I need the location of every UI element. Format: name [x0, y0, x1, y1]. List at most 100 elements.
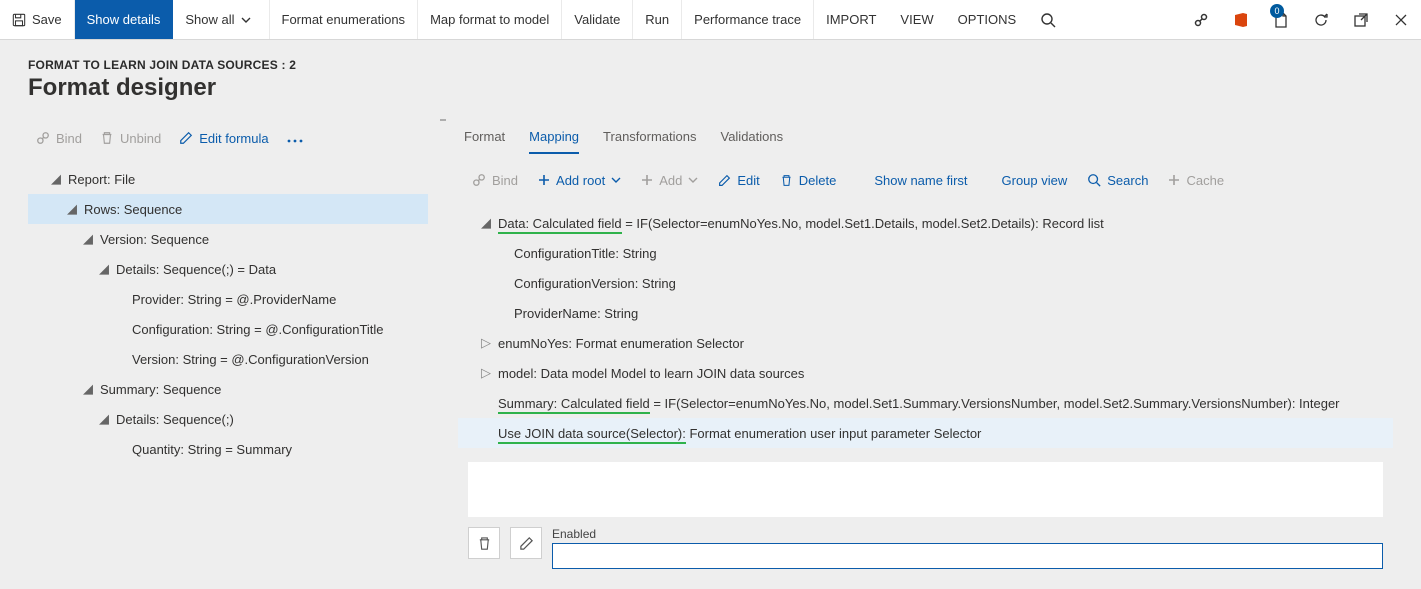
bind-button[interactable]: Bind [464, 167, 526, 194]
tree-node-version[interactable]: ◢Version: Sequence [28, 224, 428, 254]
bind-label: Bind [492, 173, 518, 188]
close-button[interactable] [1381, 0, 1421, 39]
format-enumerations-label: Format enumerations [282, 12, 406, 27]
tree-node-enum[interactable]: ▷enumNoYes: Format enumeration Selector [458, 328, 1393, 358]
group-view-button[interactable]: Group view [994, 167, 1076, 194]
save-icon [12, 13, 26, 27]
chevron-down-icon [611, 175, 621, 185]
edit-formula-button[interactable]: Edit formula [171, 125, 276, 152]
edit-formula-label: Edit formula [199, 131, 268, 146]
view-menu[interactable]: VIEW [888, 0, 945, 39]
run-label: Run [645, 12, 669, 27]
show-name-label: Show name first [874, 173, 967, 188]
tree-node-config-title[interactable]: ConfigurationTitle: String [458, 238, 1393, 268]
details-box [468, 462, 1383, 517]
cache-button[interactable]: Cache [1160, 167, 1232, 194]
show-all-button[interactable]: Show all [173, 0, 269, 39]
tree-label: Report: File [64, 172, 139, 187]
tree-node-quantity[interactable]: Quantity: String = Summary [28, 434, 428, 464]
find-button[interactable] [1028, 0, 1068, 39]
pane-splitter[interactable] [438, 118, 448, 122]
run-button[interactable]: Run [633, 0, 682, 39]
popout-button[interactable] [1341, 0, 1381, 39]
pencil-icon [718, 174, 731, 187]
show-all-label: Show all [185, 12, 234, 27]
edit-property-button[interactable] [510, 527, 542, 559]
breadcrumb: FORMAT TO LEARN JOIN DATA SOURCES : 2 [28, 58, 1393, 72]
validate-label: Validate [574, 12, 620, 27]
tail-segment: = IF(Selector=enumNoYes.No, model.Set1.D… [622, 216, 1104, 231]
tree-node-summary-details[interactable]: ◢Details: Sequence(;) [28, 404, 428, 434]
tree-label: Configuration: String = @.ConfigurationT… [128, 322, 388, 337]
command-bar: Save Show details Show all Format enumer… [0, 0, 1421, 40]
page-body: FORMAT TO LEARN JOIN DATA SOURCES : 2 Fo… [0, 40, 1421, 569]
more-button[interactable] [279, 131, 311, 146]
tree-node-model[interactable]: ▷model: Data model Model to learn JOIN d… [458, 358, 1393, 388]
show-name-first-button[interactable]: Show name first [866, 167, 975, 194]
tree-label: model: Data model Model to learn JOIN da… [494, 366, 808, 381]
performance-trace-button[interactable]: Performance trace [682, 0, 814, 39]
office-button[interactable] [1221, 0, 1261, 39]
edit-label: Edit [737, 173, 759, 188]
link-icon [472, 173, 486, 187]
format-enumerations-button[interactable]: Format enumerations [270, 0, 419, 39]
save-button[interactable]: Save [0, 0, 75, 39]
tab-label: Transformations [603, 129, 696, 144]
tree-node-provider-name[interactable]: ProviderName: String [458, 298, 1393, 328]
refresh-button[interactable] [1301, 0, 1341, 39]
tree-node-summary[interactable]: Summary: Calculated field = IF(Selector=… [458, 388, 1393, 418]
tree-node-data[interactable]: ◢ Data: Calculated field = IF(Selector=e… [458, 208, 1393, 238]
trash-icon [477, 536, 492, 551]
tree-node-rows[interactable]: ◢Rows: Sequence [28, 194, 428, 224]
right-toolbar: Bind Add root Add Edit [458, 158, 1393, 202]
chevron-down-icon [688, 175, 698, 185]
tree-label: ConfigurationVersion: String [510, 276, 680, 291]
bind-button[interactable]: Bind [28, 125, 90, 152]
unbind-button[interactable]: Unbind [92, 125, 169, 152]
tree-node-configuration[interactable]: Configuration: String = @.ConfigurationT… [28, 314, 428, 344]
tab-format[interactable]: Format [464, 121, 505, 154]
right-tabs: Format Mapping Transformations Validatio… [458, 118, 1393, 158]
messages-button[interactable]: 0 [1261, 0, 1301, 39]
tab-validations[interactable]: Validations [720, 121, 783, 154]
attach-button[interactable] [1181, 0, 1221, 39]
tree-node-version-string[interactable]: Version: String = @.ConfigurationVersion [28, 344, 428, 374]
tab-transformations[interactable]: Transformations [603, 121, 696, 154]
delete-button[interactable]: Delete [772, 167, 845, 194]
validate-button[interactable]: Validate [562, 0, 633, 39]
search-icon [1087, 173, 1101, 187]
enabled-row: Enabled [468, 527, 1383, 569]
enabled-label: Enabled [552, 527, 1383, 541]
search-button[interactable]: Search [1079, 167, 1156, 194]
tab-mapping[interactable]: Mapping [529, 121, 579, 154]
delete-property-button[interactable] [468, 527, 500, 559]
tree-node-details[interactable]: ◢Details: Sequence(;) = Data [28, 254, 428, 284]
tree-label: Version: Sequence [96, 232, 213, 247]
messages-badge: 0 [1270, 4, 1284, 18]
options-menu[interactable]: OPTIONS [946, 0, 1029, 39]
plus-icon [641, 174, 653, 186]
tree-label: Quantity: String = Summary [128, 442, 296, 457]
tree-label: Details: Sequence(;) = Data [112, 262, 280, 277]
edit-button[interactable]: Edit [710, 167, 767, 194]
save-label: Save [32, 12, 62, 27]
show-details-button[interactable]: Show details [75, 0, 174, 39]
tree-label: Provider: String = @.ProviderName [128, 292, 340, 307]
add-button[interactable]: Add [633, 167, 706, 194]
import-menu[interactable]: IMPORT [814, 0, 888, 39]
add-root-button[interactable]: Add root [530, 167, 629, 194]
tree-node-config-version[interactable]: ConfigurationVersion: String [458, 268, 1393, 298]
more-icon [287, 139, 303, 143]
tree-node-summary[interactable]: ◢Summary: Sequence [28, 374, 428, 404]
tab-label: Format [464, 129, 505, 144]
map-format-button[interactable]: Map format to model [418, 0, 562, 39]
left-toolbar: Bind Unbind Edit formula [28, 118, 428, 158]
enabled-input[interactable] [552, 543, 1383, 569]
delete-label: Delete [799, 173, 837, 188]
link-icon [1193, 12, 1209, 28]
tree-node-report[interactable]: ◢Report: File [28, 164, 428, 194]
tree-node-provider[interactable]: Provider: String = @.ProviderName [28, 284, 428, 314]
tree-node-selector[interactable]: Use JOIN data source(Selector): Format e… [458, 418, 1393, 448]
page-title: Format designer [28, 74, 1393, 102]
trash-icon [780, 174, 793, 187]
